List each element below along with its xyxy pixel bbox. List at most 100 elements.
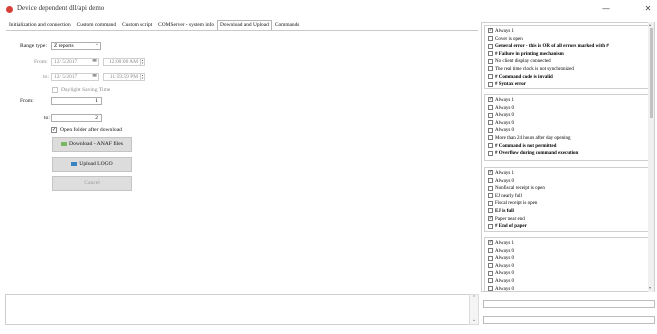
dst-checkbox[interactable] <box>52 87 58 93</box>
status-group: ✓ Always 1 Always 0 Always 0 Always 0 Always … <box>484 237 650 291</box>
cancel-button[interactable]: Cancel <box>52 176 132 191</box>
status-bit-checkbox[interactable] <box>488 73 493 79</box>
status-bit-item: ✓ Always 1 <box>488 240 514 247</box>
status-bit-checkbox[interactable] <box>488 223 493 229</box>
status-bit-checkbox[interactable] <box>488 247 493 253</box>
status-bit-checkbox[interactable] <box>488 150 493 156</box>
status-bit-label: The real time clock is not synchronized <box>495 67 574 72</box>
status-bit-item: Always 0 <box>488 285 514 291</box>
status-bit-checkbox[interactable] <box>488 66 493 72</box>
status-input-2[interactable] <box>483 316 655 324</box>
status-bit-label: # Failure in printing mechanism <box>495 51 564 57</box>
status-bit-checkbox[interactable]: ✓ <box>488 97 493 103</box>
status-bit-item: EJ nearly full <box>488 193 522 200</box>
status-bit-checkbox[interactable] <box>488 263 493 269</box>
date-to-picker[interactable]: 12/ 5/2017 ▦ <box>51 73 99 81</box>
status-bit-checkbox[interactable] <box>488 104 493 110</box>
window-title: Device dependent dll/api demo <box>17 4 105 12</box>
status-bit-checkbox[interactable] <box>488 51 493 57</box>
status-bit-item: Always 0 <box>488 177 514 185</box>
status-bit-item: Nonfiscal receipt is open <box>488 185 545 192</box>
status-bit-checkbox[interactable] <box>488 135 493 141</box>
status-bit-checkbox[interactable]: ✓ <box>488 28 493 34</box>
dst-label: Daylight Saving Time <box>61 87 111 93</box>
status-bit-label: # Command code is invalid <box>495 74 553 80</box>
status-input-1[interactable] <box>483 300 655 308</box>
time-to-picker[interactable]: 11:59:59 PM ▴ ▾ <box>103 73 145 81</box>
calendar-dropdown-icon: ▦ <box>92 73 97 78</box>
status-bit-label: General error - this is OR of all errors… <box>495 44 609 50</box>
cancel-button-label: Cancel <box>84 180 100 186</box>
upload-button-label: Upload LOGO <box>79 161 113 167</box>
status-bit-item: The real time clock is not synchronized <box>488 66 574 73</box>
status-bit-checkbox[interactable] <box>488 193 493 199</box>
status-bit-checkbox[interactable]: ✓ <box>488 170 493 176</box>
scroll-up-icon[interactable]: ▴ <box>649 22 651 27</box>
status-group: ✓ Always 1 Always 0 Nonfiscal receipt is op… <box>484 167 650 232</box>
number-to-value: 2 <box>95 115 98 121</box>
status-bit-checkbox[interactable] <box>488 120 493 126</box>
scroll-down-icon[interactable]: ▾ <box>649 285 651 290</box>
status-bit-label: Fiscal receipt is open <box>495 201 538 207</box>
status-bit-label: Always 0 <box>495 271 515 277</box>
status-bit-checkbox[interactable] <box>488 278 493 284</box>
minimize-button[interactable]: — <box>600 3 612 15</box>
time-from-picker[interactable]: 12:00:00 AM ▴ ▾ <box>103 58 145 66</box>
status-bit-label: Always 1 <box>495 241 515 246</box>
status-bit-label: EJ nearly full <box>495 193 522 199</box>
download-anaf-button[interactable]: Download - ANAF files <box>52 137 132 152</box>
status-bit-checkbox[interactable] <box>488 270 493 276</box>
date-from-label: From: <box>34 59 48 65</box>
status-bit-item: Cover is open <box>488 35 523 43</box>
status-bits-panel[interactable]: ✓ Always 1 Cover is open General error - th… <box>481 22 655 292</box>
time-to-value: 11:59:59 PM <box>109 74 138 80</box>
range-type-select[interactable]: Z reports ⌄ <box>51 42 101 50</box>
status-bit-item: Always 0 <box>488 247 515 255</box>
status-bit-checkbox[interactable] <box>488 127 493 133</box>
number-from-input[interactable]: 1 <box>51 97 102 105</box>
status-bit-item: # Failure in printing mechanism <box>488 51 564 58</box>
status-group: ✓ Always 1 Cover is open General error - th… <box>484 25 650 89</box>
status-bit-checkbox[interactable] <box>488 112 493 118</box>
status-bit-checkbox[interactable] <box>488 58 493 64</box>
status-bit-item: Always 0 <box>488 255 514 262</box>
status-bit-label: # Overflow during command execution <box>495 151 579 157</box>
tab-bar: Initialization and connection Custom comm… <box>6 20 302 31</box>
status-bit-checkbox[interactable]: ✓ <box>488 215 493 221</box>
time-spinner-icon[interactable]: ▴ ▾ <box>140 74 144 80</box>
status-bit-checkbox[interactable] <box>488 35 493 41</box>
log-output-area[interactable] <box>5 294 473 325</box>
status-bit-label: Always 0 <box>495 248 515 254</box>
status-bit-item: Always 0 <box>488 263 514 270</box>
calendar-dropdown-icon: ▦ <box>92 58 97 63</box>
status-bit-checkbox[interactable] <box>488 185 493 191</box>
number-from-label: From: <box>20 98 34 104</box>
close-button[interactable]: ✕ <box>642 3 654 15</box>
status-bit-item: Fiscal receipt is open <box>488 200 537 207</box>
scroll-up-icon[interactable]: ⌃ <box>472 295 476 301</box>
status-bit-label: Always 0 <box>495 128 515 134</box>
download-button-label: Download - ANAF files <box>69 141 123 147</box>
status-bit-checkbox[interactable] <box>488 255 493 261</box>
status-bit-checkbox[interactable] <box>488 142 493 148</box>
status-bit-checkbox[interactable] <box>488 285 493 291</box>
number-to-input[interactable]: 2 <box>51 114 102 122</box>
status-bit-checkbox[interactable] <box>488 177 493 183</box>
scroll-down-icon[interactable]: ⌄ <box>472 317 476 323</box>
time-spinner-icon[interactable]: ▴ ▾ <box>140 59 144 65</box>
status-bit-label: More than 24 hours after day opening <box>495 136 571 141</box>
status-bit-checkbox[interactable] <box>488 43 493 49</box>
range-type-label: Range type: <box>20 43 47 49</box>
status-bit-item: ✓ Always 1 <box>488 97 514 104</box>
status-bit-checkbox[interactable]: ✓ <box>488 240 493 246</box>
status-bit-checkbox[interactable] <box>488 81 493 87</box>
status-bit-item: # Command is not permitted <box>488 142 556 150</box>
status-bit-item: Always 0 <box>488 278 514 285</box>
upload-logo-button[interactable]: Upload LOGO <box>52 157 132 172</box>
status-bit-checkbox[interactable] <box>488 200 493 206</box>
open-folder-checkbox[interactable]: ✓ <box>51 127 57 133</box>
log-scrollbar[interactable]: ⌃ ⌄ <box>469 294 479 325</box>
date-from-picker[interactable]: 12/ 5/2017 ▦ <box>51 58 99 66</box>
status-panel-scroll-thumb[interactable] <box>650 28 653 118</box>
status-bit-checkbox[interactable] <box>488 208 493 214</box>
